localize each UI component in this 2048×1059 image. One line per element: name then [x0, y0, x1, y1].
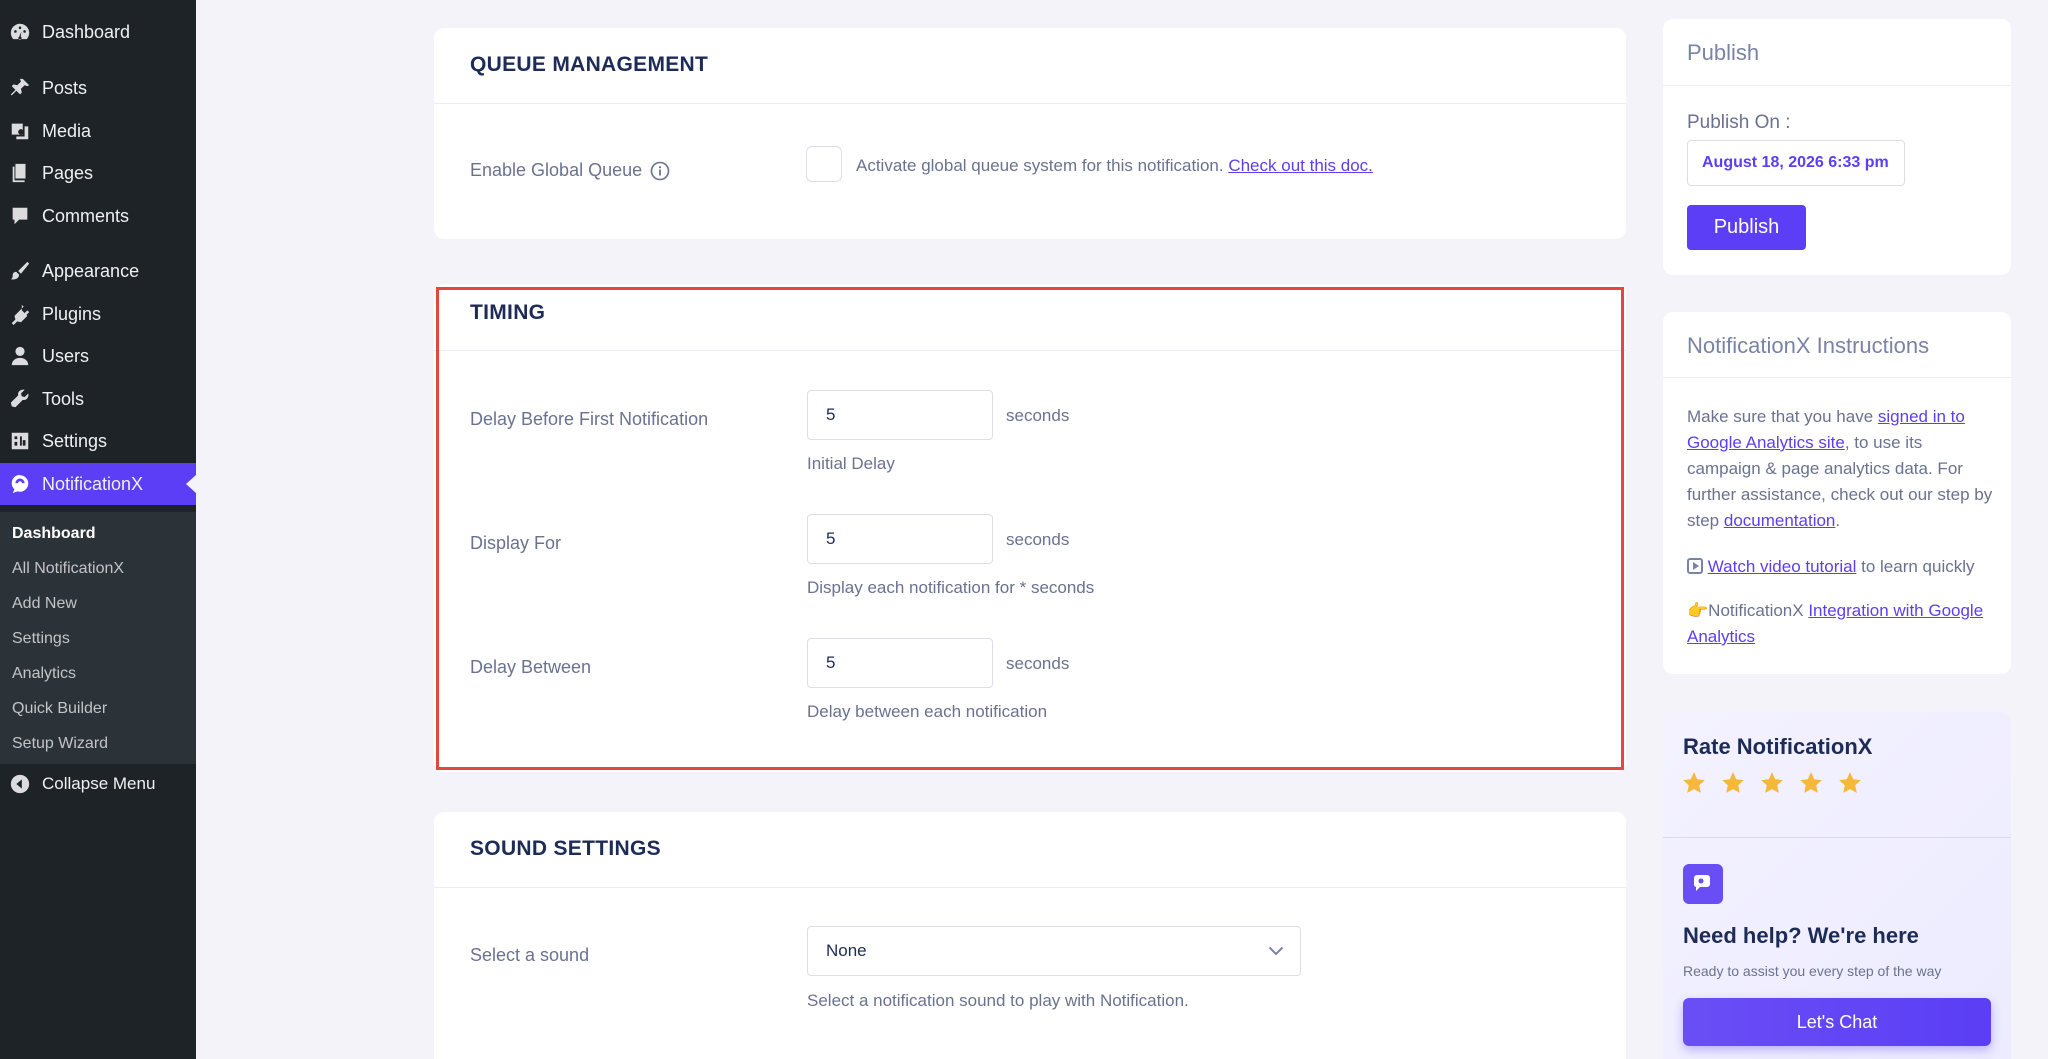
video-tutorial-line: Watch video tutorial to learn quickly	[1687, 554, 1995, 580]
divider	[1663, 837, 2011, 838]
timing-highlight-box	[436, 287, 1624, 770]
video-icon	[1687, 558, 1703, 574]
menu-item-plugins[interactable]: Plugins	[0, 293, 196, 335]
divider	[1663, 85, 2011, 86]
menu-item-notificationx[interactable]: NotificationX	[0, 463, 196, 505]
star-icon[interactable]	[1759, 770, 1785, 796]
submenu-item-setup-wizard[interactable]: Setup Wizard	[12, 732, 108, 756]
menu-item-media[interactable]: Media	[0, 110, 196, 152]
pages-icon	[8, 161, 32, 185]
publish-button[interactable]: Publish	[1687, 205, 1806, 250]
star-icon[interactable]	[1720, 770, 1746, 796]
info-icon[interactable]	[650, 161, 670, 181]
menu-label: Users	[42, 345, 90, 366]
wrench-icon	[8, 387, 32, 411]
text: Make sure that you have	[1687, 407, 1878, 426]
chat-bubble-icon	[1683, 864, 1723, 904]
menu-label: Settings	[42, 430, 108, 451]
queue-management-card: QUEUE MANAGEMENT Enable Global Queue Act…	[434, 28, 1626, 239]
menu-label: Comments	[42, 205, 130, 226]
watch-video-link[interactable]: Watch video tutorial	[1708, 557, 1857, 576]
rate-help-card: Rate NotificationX Need help? We're here…	[1663, 712, 2011, 1059]
submenu-item-dashboard[interactable]: Dashboard	[12, 522, 96, 546]
menu-item-posts[interactable]: Posts	[0, 67, 196, 109]
card-title: SOUND SETTINGS	[470, 837, 661, 860]
brush-icon	[8, 259, 32, 283]
submenu-item-add-new[interactable]: Add New	[12, 592, 77, 616]
card-title: QUEUE MANAGEMENT	[470, 53, 709, 76]
menu-label: Tools	[42, 388, 85, 409]
global-queue-checkbox[interactable]	[806, 146, 842, 182]
menu-label: Pages	[42, 162, 94, 183]
rating-stars	[1681, 770, 1863, 796]
publish-title: Publish	[1687, 40, 1760, 65]
sound-help: Select a notification sound to play with…	[807, 991, 1189, 1010]
menu-label: Dashboard	[42, 21, 131, 42]
divider	[434, 887, 1626, 888]
help-title: Need help? We're here	[1683, 923, 1919, 948]
description-text: Activate global queue system for this no…	[856, 156, 1224, 175]
plug-icon	[8, 302, 32, 326]
sound-settings-card: SOUND SETTINGS Select a sound None Selec…	[434, 812, 1626, 1059]
submenu-item-settings[interactable]: Settings	[12, 627, 70, 651]
help-subtitle: Ready to assist you every step of the wa…	[1683, 963, 1942, 979]
divider	[1663, 377, 2011, 378]
menu-item-users[interactable]: Users	[0, 335, 196, 377]
publish-card: Publish Publish On : August 18, 2026 6:3…	[1663, 19, 2011, 275]
settings-icon	[8, 429, 32, 453]
menu-item-tools[interactable]: Tools	[0, 378, 196, 420]
collapse-icon	[8, 772, 32, 796]
instructions-paragraph: Make sure that you have signed in to Goo…	[1687, 404, 1995, 534]
submenu-item-quick-builder[interactable]: Quick Builder	[12, 697, 107, 721]
notificationx-icon	[8, 472, 32, 496]
field-label-text: Enable Global Queue	[470, 160, 643, 180]
dashboard-icon	[8, 20, 32, 44]
star-icon[interactable]	[1798, 770, 1824, 796]
submenu-item-analytics[interactable]: Analytics	[12, 662, 76, 686]
media-icon	[8, 119, 32, 143]
menu-label: NotificationX	[42, 473, 144, 494]
lets-chat-button[interactable]: Let's Chat	[1683, 998, 1991, 1046]
menu-label: Media	[42, 120, 92, 141]
star-icon[interactable]	[1681, 770, 1707, 796]
text: to learn quickly	[1856, 557, 1975, 576]
publish-date-field[interactable]: August 18, 2026 6:33 pm	[1687, 140, 1905, 186]
user-icon	[8, 344, 32, 368]
integration-line: 👉NotificationX Integration with Google A…	[1687, 598, 1995, 650]
menu-label: Plugins	[42, 303, 102, 324]
chevron-down-icon	[1268, 946, 1284, 956]
text: .	[1835, 511, 1841, 530]
text: 👉NotificationX	[1687, 601, 1809, 620]
menu-item-settings[interactable]: Settings	[0, 420, 196, 462]
pin-icon	[8, 76, 32, 100]
documentation-link[interactable]: documentation	[1724, 511, 1836, 530]
divider	[434, 103, 1626, 104]
menu-item-appearance[interactable]: Appearance	[0, 250, 196, 292]
enable-global-queue-label: Enable Global Queue	[470, 160, 670, 181]
comment-icon	[8, 204, 32, 228]
menu-label: Posts	[42, 77, 88, 98]
star-icon[interactable]	[1837, 770, 1863, 796]
select-sound-label: Select a sound	[470, 945, 590, 965]
menu-label: Appearance	[42, 260, 140, 281]
menu-item-comments[interactable]: Comments	[0, 195, 196, 237]
instructions-card: NotificationX Instructions Make sure tha…	[1663, 312, 2011, 674]
admin-sidebar: Dashboard Posts Media Pages Comments App…	[0, 0, 196, 1059]
menu-item-dashboard[interactable]: Dashboard	[0, 11, 196, 53]
collapse-menu-label: Collapse Menu	[42, 774, 156, 793]
rate-title: Rate NotificationX	[1683, 734, 1873, 759]
notificationx-submenu: Dashboard All NotificationX Add New Sett…	[0, 512, 196, 764]
menu-item-pages[interactable]: Pages	[0, 152, 196, 194]
collapse-menu-button[interactable]: Collapse Menu	[0, 763, 196, 805]
global-queue-description: Activate global queue system for this no…	[856, 156, 1373, 176]
sound-select-value: None	[826, 941, 867, 960]
sound-select[interactable]: None	[807, 926, 1301, 976]
instructions-title: NotificationX Instructions	[1687, 333, 1930, 358]
submenu-item-all-notificationx[interactable]: All NotificationX	[12, 557, 124, 581]
check-doc-link[interactable]: Check out this doc.	[1228, 156, 1373, 175]
publish-on-label: Publish On :	[1687, 112, 1791, 133]
